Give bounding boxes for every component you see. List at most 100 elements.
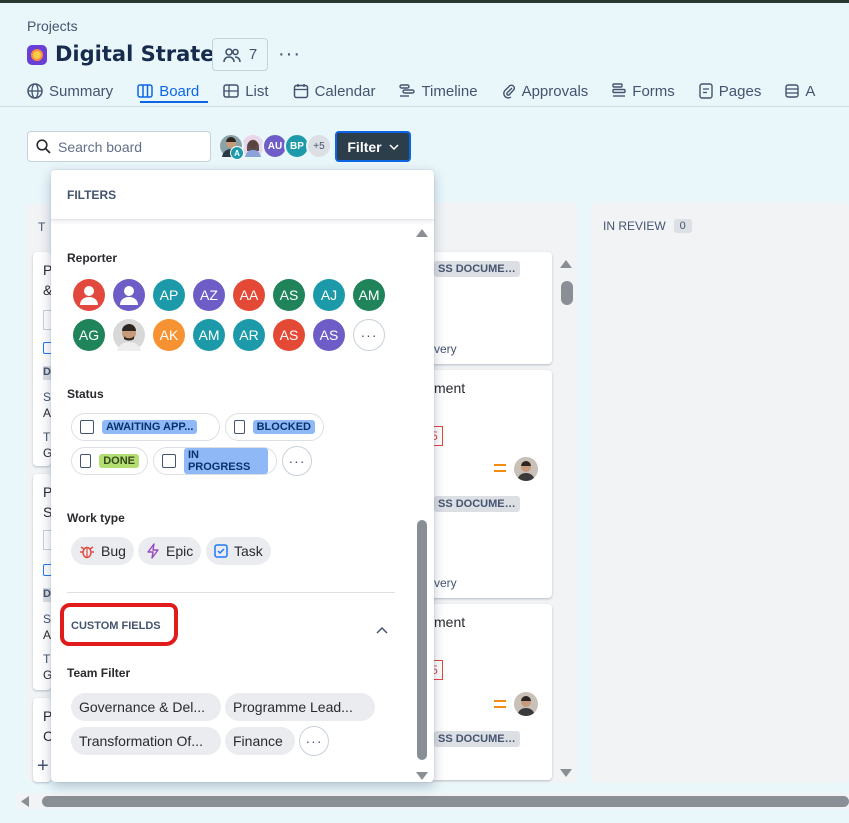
reporter-initials: AS	[319, 327, 339, 343]
reporter-avatar[interactable]: AG	[73, 319, 105, 351]
reporter-avatar[interactable]: AM	[193, 319, 225, 351]
card[interactable]: P S D S A T G	[33, 474, 53, 690]
tab-label: List	[245, 82, 269, 100]
team-option[interactable]: Transformation Of...	[71, 727, 221, 755]
status-option-done[interactable]: DONE	[71, 447, 148, 475]
panel-scroll-down-arrow[interactable]	[415, 768, 429, 782]
card[interactable]: ment 5 SS DOCUME… very	[420, 370, 552, 598]
reporter-initials: AZ	[200, 287, 218, 303]
team-filter-label: Team Filter	[67, 666, 131, 680]
reporter-avatar[interactable]	[113, 279, 145, 311]
tab-summary[interactable]: Summary	[27, 80, 113, 102]
person-photo-icon	[117, 324, 141, 351]
reporter-avatar[interactable]	[73, 279, 105, 311]
create-card-button[interactable]: +	[37, 755, 49, 778]
column-scroll-down-arrow[interactable]	[559, 765, 573, 783]
team-more-button[interactable]: ···	[299, 726, 329, 756]
reporter-initials: AK	[159, 327, 179, 343]
reporter-more-button[interactable]: ···	[353, 319, 385, 351]
more-actions-button[interactable]: ···	[278, 43, 301, 66]
team-option[interactable]: Governance & Del...	[71, 693, 221, 721]
avatar-more-count[interactable]: +5	[306, 133, 332, 159]
work-type-epic[interactable]: Epic	[138, 537, 202, 565]
card[interactable]: SS DOCUME… very	[420, 252, 552, 364]
scroll-left-arrow[interactable]	[20, 795, 30, 813]
column-scrollbar-thumb[interactable]	[561, 281, 573, 305]
status-more-button[interactable]: ···	[282, 446, 312, 476]
status-option-awaiting-approval[interactable]: AWAITING APP...	[71, 413, 220, 441]
horizontal-scrollbar-thumb[interactable]	[42, 796, 849, 807]
card-lozenge: SS DOCUME…	[434, 496, 520, 512]
reporter-avatar[interactable]: AM	[353, 279, 385, 311]
work-type-label-text: Epic	[166, 543, 194, 559]
reporter-avatar[interactable]: AS	[273, 319, 305, 351]
reporter-avatar[interactable]: AR	[233, 319, 265, 351]
reporter-initials: AA	[239, 287, 259, 303]
triangle-down-icon	[416, 772, 428, 780]
reporter-avatar[interactable]	[113, 319, 145, 351]
people-button[interactable]: 7	[212, 38, 268, 71]
card[interactable]: P & D S A T G	[33, 252, 53, 466]
breadcrumb[interactable]: Projects	[27, 18, 78, 34]
forms-icon	[612, 83, 626, 97]
tab-board[interactable]: Board	[137, 80, 199, 102]
status-option-in-progress[interactable]: IN PROGRESS	[153, 447, 277, 475]
checkbox[interactable]	[80, 420, 94, 434]
tab-archive[interactable]: A	[785, 80, 815, 102]
column-scroll-up-arrow[interactable]	[559, 256, 573, 274]
checkbox[interactable]	[162, 454, 176, 468]
default-person-icon	[120, 286, 138, 305]
reporter-avatar[interactable]: AZ	[193, 279, 225, 311]
collapse-button[interactable]	[376, 621, 388, 639]
status-label: Status	[67, 387, 104, 401]
work-type-label: Work type	[67, 511, 125, 525]
project-logo-icon	[27, 45, 47, 65]
panel-scroll-up-arrow[interactable]	[415, 225, 429, 243]
filter-button[interactable]: Filter	[335, 131, 411, 162]
reporter-avatar[interactable]: AK	[153, 319, 185, 351]
avatar[interactable]: A	[218, 133, 244, 160]
assignee-avatar[interactable]	[514, 457, 538, 481]
card-title: ment	[434, 380, 466, 396]
tab-approvals[interactable]: Approvals	[502, 80, 588, 102]
tab-label: Board	[159, 82, 200, 100]
tab-label: A	[805, 82, 816, 100]
work-type-label-text: Task	[234, 543, 263, 559]
tab-timeline[interactable]: Timeline	[399, 80, 478, 102]
card-lozenge: SS DOCUME…	[434, 261, 520, 277]
reporter-avatar[interactable]: AA	[233, 279, 265, 311]
reporter-avatar[interactable]: AS	[313, 319, 345, 351]
default-person-icon	[80, 286, 98, 305]
card-lozenge: SS DOCUME…	[434, 731, 520, 747]
reporter-avatar[interactable]: AS	[273, 279, 305, 311]
checkbox-icon	[214, 544, 228, 558]
triangle-up-icon	[416, 229, 428, 237]
work-type-bug[interactable]: Bug	[71, 537, 134, 565]
reporter-avatar[interactable]: AP	[153, 279, 185, 311]
work-type-task[interactable]: Task	[206, 537, 271, 565]
tab-label: Summary	[49, 82, 114, 100]
tab-pages[interactable]: Pages	[699, 80, 761, 102]
people-count: 7	[248, 46, 258, 63]
tab-list[interactable]: List	[223, 80, 269, 102]
reporter-initials: AJ	[320, 287, 338, 303]
card-text: T	[43, 652, 51, 666]
tab-calendar[interactable]: Calendar	[293, 80, 375, 102]
status-option-blocked[interactable]: BLOCKED	[225, 413, 324, 441]
archive-icon	[785, 84, 800, 98]
reporter-initials: AS	[279, 327, 299, 343]
lightning-icon	[147, 543, 159, 559]
panel-scrollbar-thumb[interactable]	[417, 520, 427, 760]
card-title: ment	[434, 614, 466, 630]
tab-forms[interactable]: Forms	[612, 80, 675, 102]
search-board-input[interactable]: Search board	[27, 131, 211, 162]
team-option[interactable]: Programme Lead...	[225, 693, 375, 721]
reporter-initials: AP	[159, 287, 179, 303]
assignee-avatar[interactable]	[514, 692, 538, 716]
people-icon	[223, 47, 241, 62]
team-option[interactable]: Finance	[225, 727, 295, 755]
checkbox[interactable]	[80, 454, 92, 468]
checkbox[interactable]	[234, 420, 245, 434]
reporter-avatar[interactable]: AJ	[313, 279, 345, 311]
card[interactable]: ment 5 SS DOCUME…	[420, 604, 552, 780]
